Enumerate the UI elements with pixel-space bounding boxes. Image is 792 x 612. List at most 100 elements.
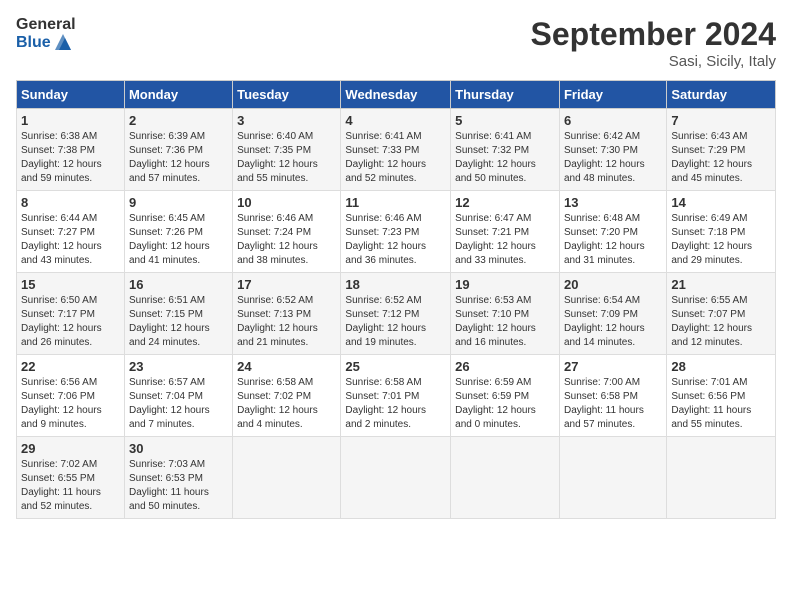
col-tuesday: Tuesday xyxy=(233,81,341,109)
day-number: 15 xyxy=(21,277,120,292)
day-number: 20 xyxy=(564,277,662,292)
day-number: 22 xyxy=(21,359,120,374)
day-number: 30 xyxy=(129,441,228,456)
col-saturday: Saturday xyxy=(667,81,776,109)
day-detail: Sunrise: 6:59 AMSunset: 6:59 PMDaylight:… xyxy=(455,377,536,430)
day-number: 7 xyxy=(671,113,771,128)
calendar-table: Sunday Monday Tuesday Wednesday Thursday… xyxy=(16,80,776,519)
day-detail: Sunrise: 6:51 AMSunset: 7:15 PMDaylight:… xyxy=(129,295,210,348)
day-detail: Sunrise: 7:00 AMSunset: 6:58 PMDaylight:… xyxy=(564,377,644,430)
day-number: 28 xyxy=(671,359,771,374)
day-number: 21 xyxy=(671,277,771,292)
col-wednesday: Wednesday xyxy=(341,81,451,109)
calendar-cell: 29 Sunrise: 7:02 AMSunset: 6:55 PMDaylig… xyxy=(17,437,125,519)
calendar-cell: 24 Sunrise: 6:58 AMSunset: 7:02 PMDaylig… xyxy=(233,355,341,437)
calendar-cell: 7 Sunrise: 6:43 AMSunset: 7:29 PMDayligh… xyxy=(667,109,776,191)
calendar-cell: 3 Sunrise: 6:40 AMSunset: 7:35 PMDayligh… xyxy=(233,109,341,191)
col-sunday: Sunday xyxy=(17,81,125,109)
calendar-week-row: 15 Sunrise: 6:50 AMSunset: 7:17 PMDaylig… xyxy=(17,273,776,355)
day-detail: Sunrise: 6:41 AMSunset: 7:33 PMDaylight:… xyxy=(345,131,426,184)
calendar-cell: 6 Sunrise: 6:42 AMSunset: 7:30 PMDayligh… xyxy=(559,109,666,191)
day-number: 17 xyxy=(237,277,336,292)
calendar-week-row: 1 Sunrise: 6:38 AMSunset: 7:38 PMDayligh… xyxy=(17,109,776,191)
day-detail: Sunrise: 6:44 AMSunset: 7:27 PMDaylight:… xyxy=(21,213,102,266)
title-block: September 2024 Sasi, Sicily, Italy xyxy=(531,16,776,70)
day-number: 16 xyxy=(129,277,228,292)
calendar-cell: 19 Sunrise: 6:53 AMSunset: 7:10 PMDaylig… xyxy=(451,273,560,355)
day-number: 5 xyxy=(455,113,555,128)
day-number: 29 xyxy=(21,441,120,456)
location-subtitle: Sasi, Sicily, Italy xyxy=(531,53,776,70)
calendar-cell: 17 Sunrise: 6:52 AMSunset: 7:13 PMDaylig… xyxy=(233,273,341,355)
day-number: 19 xyxy=(455,277,555,292)
day-number: 24 xyxy=(237,359,336,374)
day-detail: Sunrise: 6:49 AMSunset: 7:18 PMDaylight:… xyxy=(671,213,752,266)
day-number: 4 xyxy=(345,113,446,128)
calendar-cell: 1 Sunrise: 6:38 AMSunset: 7:38 PMDayligh… xyxy=(17,109,125,191)
calendar-cell: 25 Sunrise: 6:58 AMSunset: 7:01 PMDaylig… xyxy=(341,355,451,437)
day-detail: Sunrise: 6:54 AMSunset: 7:09 PMDaylight:… xyxy=(564,295,645,348)
calendar-cell xyxy=(233,437,341,519)
day-detail: Sunrise: 7:03 AMSunset: 6:53 PMDaylight:… xyxy=(129,459,209,512)
month-year-title: September 2024 xyxy=(531,16,776,53)
calendar-cell: 14 Sunrise: 6:49 AMSunset: 7:18 PMDaylig… xyxy=(667,191,776,273)
day-number: 18 xyxy=(345,277,446,292)
day-detail: Sunrise: 6:48 AMSunset: 7:20 PMDaylight:… xyxy=(564,213,645,266)
day-detail: Sunrise: 6:53 AMSunset: 7:10 PMDaylight:… xyxy=(455,295,536,348)
day-number: 3 xyxy=(237,113,336,128)
day-number: 11 xyxy=(345,195,446,210)
calendar-cell: 8 Sunrise: 6:44 AMSunset: 7:27 PMDayligh… xyxy=(17,191,125,273)
calendar-cell: 9 Sunrise: 6:45 AMSunset: 7:26 PMDayligh… xyxy=(124,191,232,273)
day-detail: Sunrise: 6:38 AMSunset: 7:38 PMDaylight:… xyxy=(21,131,102,184)
day-detail: Sunrise: 6:41 AMSunset: 7:32 PMDaylight:… xyxy=(455,131,536,184)
day-detail: Sunrise: 6:46 AMSunset: 7:23 PMDaylight:… xyxy=(345,213,426,266)
calendar-cell: 28 Sunrise: 7:01 AMSunset: 6:56 PMDaylig… xyxy=(667,355,776,437)
logo-text: General Blue xyxy=(16,16,76,51)
calendar-cell: 15 Sunrise: 6:50 AMSunset: 7:17 PMDaylig… xyxy=(17,273,125,355)
calendar-cell: 27 Sunrise: 7:00 AMSunset: 6:58 PMDaylig… xyxy=(559,355,666,437)
day-detail: Sunrise: 6:39 AMSunset: 7:36 PMDaylight:… xyxy=(129,131,210,184)
day-detail: Sunrise: 6:55 AMSunset: 7:07 PMDaylight:… xyxy=(671,295,752,348)
day-detail: Sunrise: 6:46 AMSunset: 7:24 PMDaylight:… xyxy=(237,213,318,266)
header-row: Sunday Monday Tuesday Wednesday Thursday… xyxy=(17,81,776,109)
calendar-cell xyxy=(341,437,451,519)
calendar-week-row: 8 Sunrise: 6:44 AMSunset: 7:27 PMDayligh… xyxy=(17,191,776,273)
day-number: 2 xyxy=(129,113,228,128)
calendar-cell xyxy=(559,437,666,519)
calendar-cell xyxy=(667,437,776,519)
day-number: 14 xyxy=(671,195,771,210)
calendar-cell: 22 Sunrise: 6:56 AMSunset: 7:06 PMDaylig… xyxy=(17,355,125,437)
day-detail: Sunrise: 6:56 AMSunset: 7:06 PMDaylight:… xyxy=(21,377,102,430)
day-detail: Sunrise: 6:52 AMSunset: 7:12 PMDaylight:… xyxy=(345,295,426,348)
calendar-cell: 12 Sunrise: 6:47 AMSunset: 7:21 PMDaylig… xyxy=(451,191,560,273)
calendar-cell: 20 Sunrise: 6:54 AMSunset: 7:09 PMDaylig… xyxy=(559,273,666,355)
day-number: 26 xyxy=(455,359,555,374)
col-monday: Monday xyxy=(124,81,232,109)
day-number: 25 xyxy=(345,359,446,374)
day-detail: Sunrise: 6:58 AMSunset: 7:02 PMDaylight:… xyxy=(237,377,318,430)
day-detail: Sunrise: 6:40 AMSunset: 7:35 PMDaylight:… xyxy=(237,131,318,184)
day-number: 12 xyxy=(455,195,555,210)
day-detail: Sunrise: 6:45 AMSunset: 7:26 PMDaylight:… xyxy=(129,213,210,266)
calendar-cell: 11 Sunrise: 6:46 AMSunset: 7:23 PMDaylig… xyxy=(341,191,451,273)
day-detail: Sunrise: 6:57 AMSunset: 7:04 PMDaylight:… xyxy=(129,377,210,430)
day-number: 9 xyxy=(129,195,228,210)
calendar-cell: 21 Sunrise: 6:55 AMSunset: 7:07 PMDaylig… xyxy=(667,273,776,355)
day-detail: Sunrise: 6:50 AMSunset: 7:17 PMDaylight:… xyxy=(21,295,102,348)
day-number: 27 xyxy=(564,359,662,374)
logo: General Blue xyxy=(16,16,76,51)
calendar-cell: 2 Sunrise: 6:39 AMSunset: 7:36 PMDayligh… xyxy=(124,109,232,191)
calendar-cell: 26 Sunrise: 6:59 AMSunset: 6:59 PMDaylig… xyxy=(451,355,560,437)
day-number: 13 xyxy=(564,195,662,210)
day-detail: Sunrise: 6:52 AMSunset: 7:13 PMDaylight:… xyxy=(237,295,318,348)
calendar-cell: 10 Sunrise: 6:46 AMSunset: 7:24 PMDaylig… xyxy=(233,191,341,273)
calendar-cell: 30 Sunrise: 7:03 AMSunset: 6:53 PMDaylig… xyxy=(124,437,232,519)
day-detail: Sunrise: 7:01 AMSunset: 6:56 PMDaylight:… xyxy=(671,377,751,430)
calendar-cell: 18 Sunrise: 6:52 AMSunset: 7:12 PMDaylig… xyxy=(341,273,451,355)
col-thursday: Thursday xyxy=(451,81,560,109)
day-detail: Sunrise: 6:43 AMSunset: 7:29 PMDaylight:… xyxy=(671,131,752,184)
day-number: 10 xyxy=(237,195,336,210)
day-detail: Sunrise: 7:02 AMSunset: 6:55 PMDaylight:… xyxy=(21,459,101,512)
calendar-week-row: 29 Sunrise: 7:02 AMSunset: 6:55 PMDaylig… xyxy=(17,437,776,519)
day-detail: Sunrise: 6:58 AMSunset: 7:01 PMDaylight:… xyxy=(345,377,426,430)
